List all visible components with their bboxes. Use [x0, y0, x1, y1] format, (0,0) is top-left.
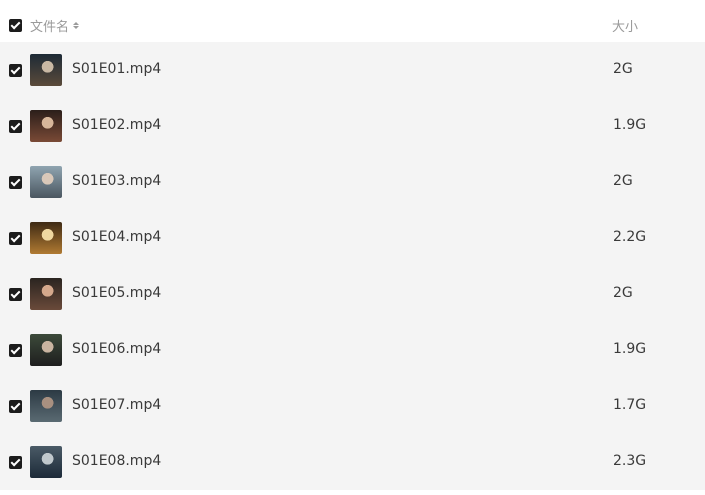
- file-checkbox[interactable]: [9, 64, 22, 77]
- file-row[interactable]: S01E03.mp4 2G: [0, 154, 705, 210]
- list-bottom-edge: [0, 490, 705, 495]
- file-checkbox[interactable]: [9, 344, 22, 357]
- file-checkbox[interactable]: [9, 176, 22, 189]
- file-checkbox[interactable]: [9, 400, 22, 413]
- file-size: 2G: [613, 285, 633, 301]
- file-name[interactable]: S01E05.mp4: [72, 285, 161, 301]
- file-size: 2G: [613, 61, 633, 77]
- file-checkbox[interactable]: [9, 456, 22, 469]
- video-thumbnail: [30, 166, 62, 198]
- file-list: S01E01.mp4 2G S01E02.mp4 1.9G S01E03.mp4…: [0, 42, 705, 490]
- file-row[interactable]: S01E07.mp4 1.7G: [0, 378, 705, 434]
- video-thumbnail: [30, 110, 62, 142]
- file-row[interactable]: S01E08.mp4 2.3G: [0, 434, 705, 490]
- file-name[interactable]: S01E04.mp4: [72, 229, 161, 245]
- column-header-size[interactable]: 大小: [612, 16, 638, 35]
- file-row[interactable]: S01E01.mp4 2G: [0, 42, 705, 98]
- select-all-checkbox[interactable]: [9, 19, 22, 32]
- file-size: 2.2G: [613, 229, 647, 245]
- video-thumbnail: [30, 222, 62, 254]
- file-size: 1.9G: [613, 341, 647, 357]
- file-size: 1.9G: [613, 117, 647, 133]
- file-name[interactable]: S01E03.mp4: [72, 173, 161, 189]
- file-checkbox[interactable]: [9, 288, 22, 301]
- file-row[interactable]: S01E04.mp4 2.2G: [0, 210, 705, 266]
- file-size: 1.7G: [613, 397, 647, 413]
- file-list-panel: 文件名 大小 S01E01.mp4 2G S01E02.mp4 1.9G S01…: [0, 0, 705, 495]
- column-header-name-label: 文件名: [30, 20, 70, 35]
- video-thumbnail: [30, 446, 62, 478]
- file-checkbox[interactable]: [9, 120, 22, 133]
- file-row[interactable]: S01E06.mp4 1.9G: [0, 322, 705, 378]
- file-size: 2.3G: [613, 453, 647, 469]
- file-name[interactable]: S01E07.mp4: [72, 397, 161, 413]
- column-header-name[interactable]: 文件名: [30, 16, 80, 35]
- video-thumbnail: [30, 278, 62, 310]
- file-name[interactable]: S01E01.mp4: [72, 61, 161, 77]
- sort-icon[interactable]: [73, 22, 80, 29]
- file-checkbox[interactable]: [9, 232, 22, 245]
- file-list-header: 文件名 大小: [0, 0, 705, 42]
- video-thumbnail: [30, 390, 62, 422]
- file-row[interactable]: S01E05.mp4 2G: [0, 266, 705, 322]
- file-size: 2G: [613, 173, 633, 189]
- file-name[interactable]: S01E06.mp4: [72, 341, 161, 357]
- video-thumbnail: [30, 54, 62, 86]
- file-name[interactable]: S01E08.mp4: [72, 453, 161, 469]
- file-row[interactable]: S01E02.mp4 1.9G: [0, 98, 705, 154]
- video-thumbnail: [30, 334, 62, 366]
- file-name[interactable]: S01E02.mp4: [72, 117, 161, 133]
